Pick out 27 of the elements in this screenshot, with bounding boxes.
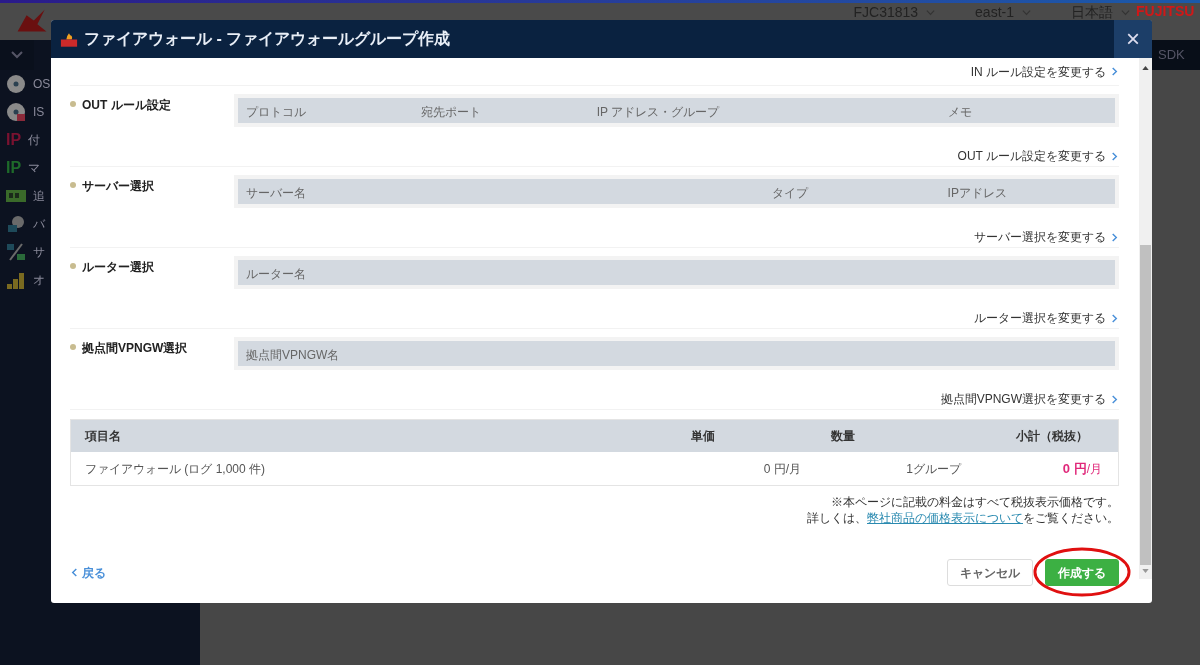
price-note: ※本ページに記載の料金はすべて税抜表示価格です。	[831, 494, 1119, 510]
column-header: タイプ	[772, 185, 809, 200]
table-cell-text: 0 円/月	[762, 460, 801, 478]
dialog-title: ファイアウォール - ファイアウォールグループ作成	[84, 29, 451, 49]
column-header: プロトコル	[246, 104, 306, 119]
column-header: IP アドレス・グループ	[596, 104, 720, 119]
column-header: 単価	[691, 428, 716, 445]
table-cell-text: ファイアウォール (ログ 1,000 件)	[84, 460, 267, 478]
section-label: サーバー選択	[82, 178, 154, 195]
column-header: ルーター名	[246, 266, 306, 281]
column-header: IPアドレス	[947, 185, 1007, 200]
column-header: 宛先ポート	[421, 104, 482, 119]
price-note: 詳しくは、弊社商品の価格表示についてをご覧ください。	[807, 510, 1119, 526]
section-label: ルーター選択	[82, 259, 154, 276]
column-header: メモ	[947, 104, 972, 119]
table-cell-text: 0 円/月	[1062, 459, 1103, 478]
column-header: 小計（税抜）	[1016, 428, 1089, 445]
ip-icon: IP	[6, 132, 22, 148]
column-header: 数量	[830, 428, 856, 445]
table-cell-text: 1グループ	[905, 460, 961, 478]
column-header: 拠点間VPNGW名	[246, 347, 340, 362]
section-label: 拠点間VPNGW選択	[82, 340, 188, 357]
section-label: OUT ルール設定	[82, 97, 171, 114]
brand-logo: FUJITSU	[1136, 3, 1195, 19]
column-header: サーバー名	[246, 185, 306, 200]
column-header: 項目名	[83, 428, 122, 445]
ip-icon: IP	[6, 160, 22, 176]
